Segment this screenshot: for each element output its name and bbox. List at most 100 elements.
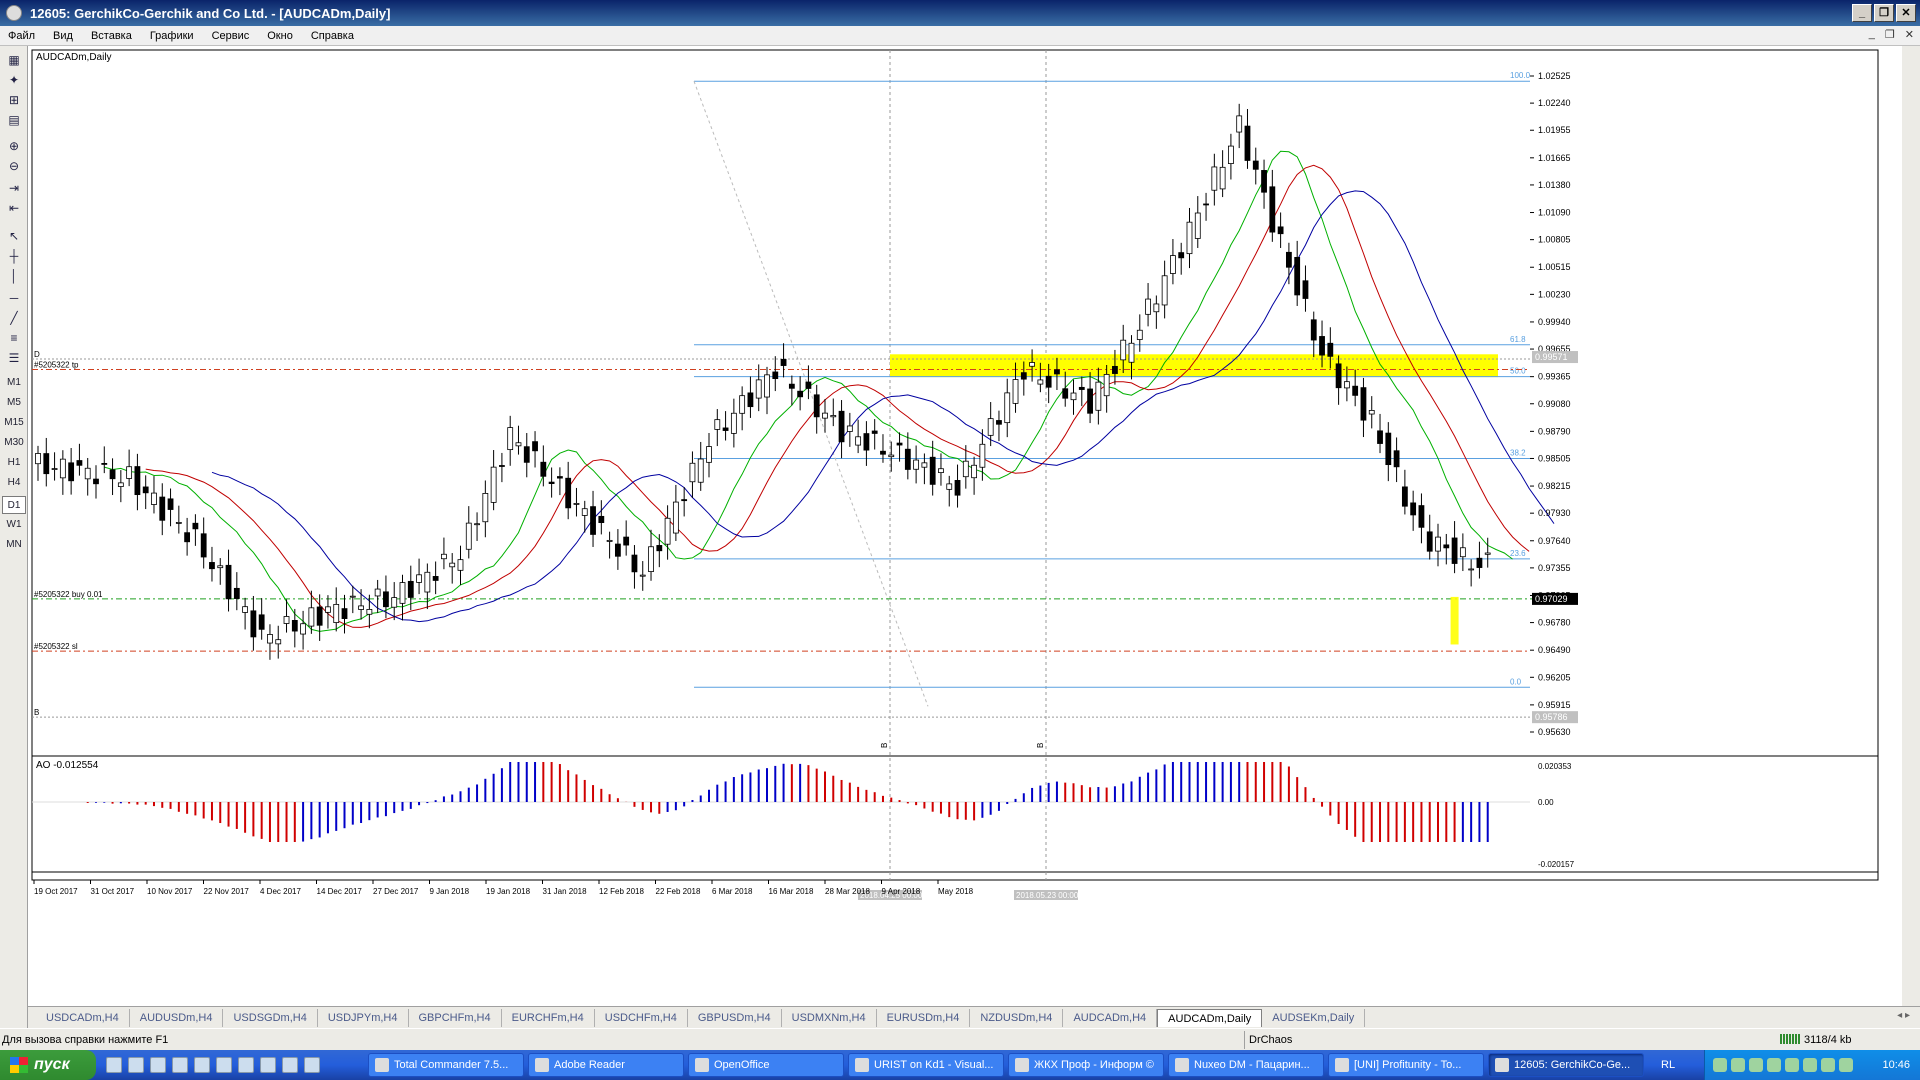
candle-body — [175, 522, 182, 524]
candle-body — [233, 587, 240, 599]
language-indicator[interactable]: RL — [1661, 1059, 1675, 1071]
tray-icon-1[interactable] — [1713, 1058, 1727, 1072]
add-chart-icon[interactable]: ⊞ — [4, 90, 24, 110]
quicklaunch-firefox-icon[interactable] — [304, 1057, 320, 1073]
trendline-icon[interactable]: ╱ — [4, 308, 24, 328]
mdi-restore-button[interactable]: ❐ — [1885, 28, 1895, 41]
menu-charts[interactable]: Графики — [150, 30, 194, 42]
tab-usdmxnm-h4[interactable]: USDMXNm,H4 — [782, 1008, 877, 1027]
menu-insert[interactable]: Вставка — [91, 30, 132, 42]
quicklaunch-calc-icon[interactable] — [216, 1057, 232, 1073]
chart-tabs: USDCADm,H4 AUDUSDm,H4 USDSGDm,H4 USDJPYm… — [28, 1006, 1920, 1028]
horizontal-line-icon[interactable]: ─ — [4, 288, 24, 308]
candle-body — [846, 425, 853, 432]
tab-usdsgdm-h4[interactable]: USDSGDm,H4 — [223, 1008, 318, 1027]
menu-tools[interactable]: Сервис — [212, 30, 250, 42]
timeframe-h4[interactable]: H4 — [2, 474, 26, 492]
mdi-close-button[interactable]: ✕ — [1905, 28, 1914, 41]
quicklaunch-media-icon[interactable] — [172, 1057, 188, 1073]
menu-view[interactable]: Вид — [53, 30, 73, 42]
chart-window[interactable]: AUDCADm,Daily AO -0.012554 B 2018.04.25 0… — [28, 46, 1920, 1006]
navigator-icon[interactable]: ▤ — [4, 110, 24, 130]
price-chart[interactable]: AUDCADm,Daily AO -0.012554 B2018.04.25 0… — [28, 46, 1902, 1006]
date-tick-label: 19 Jan 2018 — [486, 887, 531, 896]
tab-gbpchfm-h4[interactable]: GBPCHFm,H4 — [409, 1008, 502, 1027]
window-titlebar[interactable]: 12605: GerchikCo-Gerchik and Co Ltd. - [… — [0, 0, 1920, 26]
quicklaunch-app-icon[interactable] — [128, 1057, 144, 1073]
tab-eurusdm-h4[interactable]: EURUSDm,H4 — [877, 1008, 971, 1027]
candle-body — [896, 442, 903, 446]
chart-right-scrollbar[interactable] — [1902, 46, 1920, 1006]
task-nuxeo[interactable]: Nuxeo DM - Пацарин... — [1168, 1053, 1324, 1077]
timeframe-w1[interactable]: W1 — [2, 516, 26, 534]
task-metatrader[interactable]: 12605: GerchikCo-Ge... — [1488, 1053, 1644, 1077]
tab-usdchfm-h4[interactable]: USDCHFm,H4 — [595, 1008, 688, 1027]
close-button[interactable]: ✕ — [1896, 4, 1916, 22]
tab-audusdm-h4[interactable]: AUDUSDm,H4 — [130, 1008, 224, 1027]
timeframe-d1[interactable]: D1 — [2, 496, 26, 514]
candle-body — [76, 460, 83, 466]
quicklaunch-settings-icon[interactable] — [150, 1057, 166, 1073]
tab-usdjpym-h4[interactable]: USDJPYm,H4 — [318, 1008, 409, 1027]
task-total-commander[interactable]: Total Commander 7.5... — [368, 1053, 524, 1077]
tab-gbpusdm-h4[interactable]: GBPUSDm,H4 — [688, 1008, 782, 1027]
tray-icon-3[interactable] — [1749, 1058, 1763, 1072]
menu-file[interactable]: Файл — [8, 30, 35, 42]
channel-icon[interactable]: ≡ — [4, 328, 24, 348]
candle-body — [1360, 387, 1367, 421]
tray-icon-5[interactable] — [1785, 1058, 1799, 1072]
timeframe-h1[interactable]: H1 — [2, 454, 26, 472]
new-chart-icon[interactable]: ▦ — [4, 50, 24, 70]
open-profile-icon[interactable]: ✦ — [4, 70, 24, 90]
tray-icon-8[interactable] — [1839, 1058, 1853, 1072]
candle-body — [1393, 450, 1400, 468]
minimize-button[interactable]: _ — [1852, 4, 1872, 22]
tab-nzdusdm-h4[interactable]: NZDUSDm,H4 — [970, 1008, 1064, 1027]
start-button[interactable]: пуск — [0, 1050, 96, 1080]
candle-body — [548, 481, 555, 484]
mdi-minimize-button[interactable]: _ — [1869, 28, 1875, 41]
timeframe-m1[interactable]: M1 — [2, 374, 26, 392]
autoscroll-icon[interactable]: ⇤ — [4, 198, 24, 218]
quicklaunch-folder-icon[interactable] — [282, 1057, 298, 1073]
candle-body — [788, 383, 795, 389]
fibonacci-icon[interactable]: ☰ — [4, 348, 24, 368]
task-openoffice[interactable]: OpenOffice — [688, 1053, 844, 1077]
crosshair-icon[interactable]: ┼ — [4, 246, 24, 266]
tab-audcadm-daily[interactable]: AUDCADm,Daily — [1157, 1008, 1263, 1027]
vertical-line-icon[interactable]: │ — [4, 266, 24, 286]
timeframe-m5[interactable]: M5 — [2, 394, 26, 412]
quicklaunch-ie-icon[interactable] — [106, 1057, 122, 1073]
task-profitunity[interactable]: [UNI] Profitunity - To... — [1328, 1053, 1484, 1077]
zoom-out-icon[interactable]: ⊖ — [4, 156, 24, 176]
firefox-icon — [1335, 1058, 1349, 1072]
candle-body — [109, 469, 116, 480]
tray-icon-2[interactable] — [1731, 1058, 1745, 1072]
tab-audcadm-h4[interactable]: AUDCADm,H4 — [1063, 1008, 1158, 1027]
timeframe-m15[interactable]: M15 — [2, 414, 26, 432]
tab-eurchfm-h4[interactable]: EURCHFm,H4 — [502, 1008, 595, 1027]
fib-level-label: 38.2 — [1510, 448, 1526, 457]
task-zhkh[interactable]: ЖКХ Проф - Информ © — [1008, 1053, 1164, 1077]
tray-icon-7[interactable] — [1821, 1058, 1835, 1072]
task-urist[interactable]: URIST on Kd1 - Visual... — [848, 1053, 1004, 1077]
tray-icon-6[interactable] — [1803, 1058, 1817, 1072]
quicklaunch-doc-icon[interactable] — [238, 1057, 254, 1073]
cursor-icon[interactable]: ↖ — [4, 226, 24, 246]
restore-button[interactable]: ❐ — [1874, 4, 1894, 22]
quicklaunch-mail-icon[interactable] — [260, 1057, 276, 1073]
candle-body — [1170, 255, 1176, 274]
tab-scroll-arrows-icon[interactable]: ◂ ▸ — [1897, 1010, 1910, 1021]
tray-icon-4[interactable] — [1767, 1058, 1781, 1072]
task-adobe-reader[interactable]: Adobe Reader — [528, 1053, 684, 1077]
menu-help[interactable]: Справка — [311, 30, 354, 42]
timeframe-m30[interactable]: M30 — [2, 434, 26, 452]
timeframe-mn[interactable]: MN — [2, 536, 26, 554]
tab-usdcadm-h4[interactable]: USDCADm,H4 — [36, 1008, 130, 1027]
zoom-in-icon[interactable]: ⊕ — [4, 136, 24, 156]
tab-audsekm-daily[interactable]: AUDSEKm,Daily — [1262, 1008, 1366, 1027]
candle-body — [904, 448, 911, 470]
menu-window[interactable]: Окно — [267, 30, 293, 42]
chart-shift-icon[interactable]: ⇥ — [4, 178, 24, 198]
quicklaunch-save-icon[interactable] — [194, 1057, 210, 1073]
